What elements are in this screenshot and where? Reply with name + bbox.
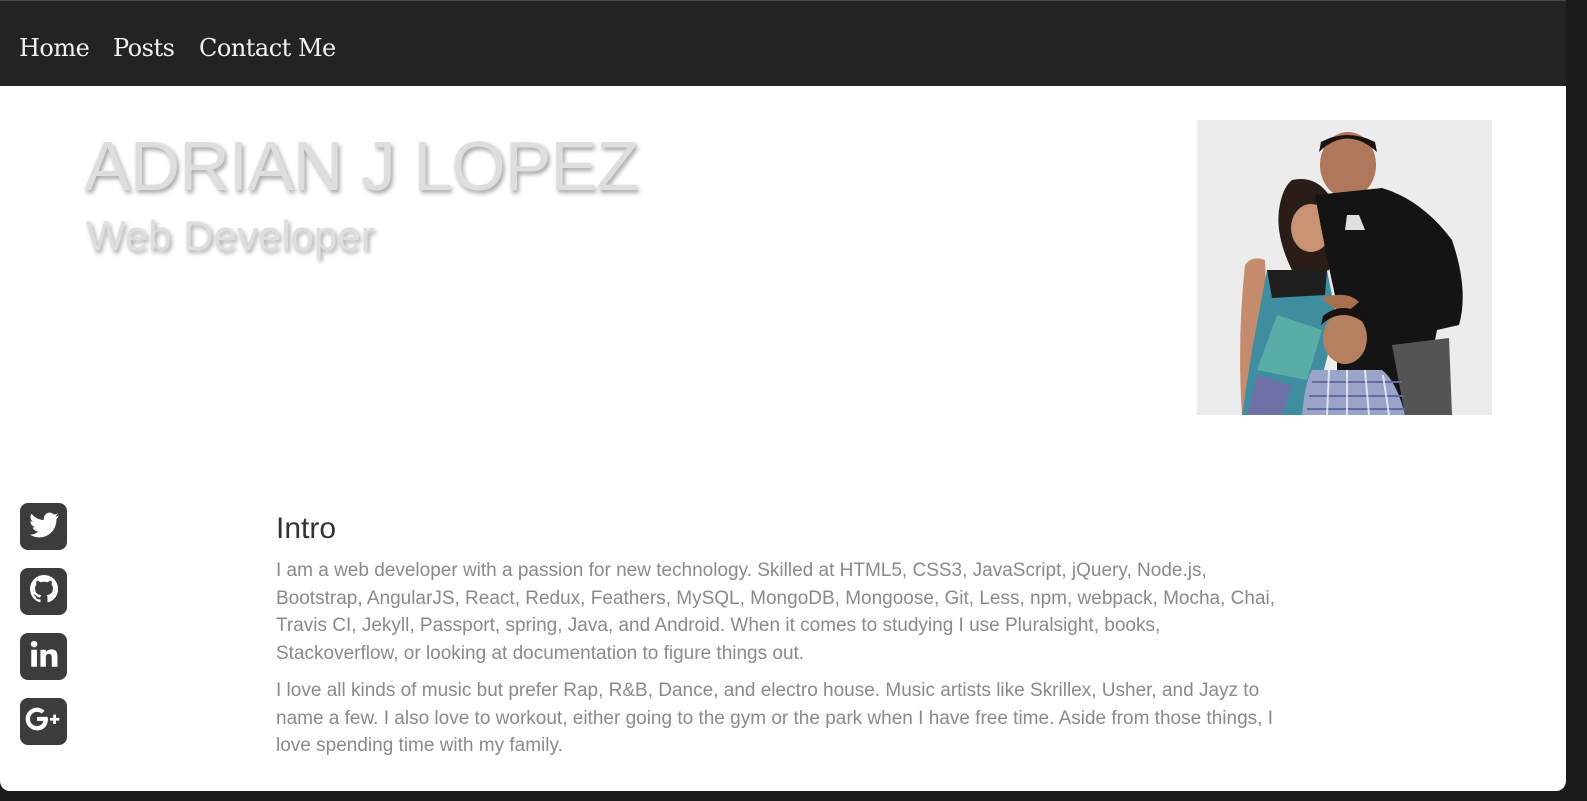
top-navbar: Home Posts Contact Me (0, 0, 1566, 86)
intro-heading: Intro (276, 512, 337, 545)
family-photo (1197, 120, 1492, 415)
google-plus-link[interactable] (20, 698, 67, 745)
nav-home-link[interactable]: Home (19, 34, 90, 62)
linkedin-icon (27, 637, 61, 676)
nav-posts-link[interactable]: Posts (113, 34, 175, 62)
hero-role: Web Developer (86, 212, 375, 259)
hero-name: ADRIAN J LOPEZ (84, 127, 639, 205)
nav-contact-link[interactable]: Contact Me (199, 34, 336, 62)
linkedin-link[interactable] (20, 633, 67, 680)
twitter-icon (27, 507, 61, 546)
google-plus-icon (25, 706, 63, 737)
twitter-link[interactable] (20, 503, 67, 550)
intro-paragraph-2: I love all kinds of music but prefer Rap… (276, 680, 1273, 757)
page: Home Posts Contact Me ADRIAN J LOPEZ Web… (0, 0, 1566, 791)
github-link[interactable] (20, 568, 67, 615)
intro-paragraph-1: I am a web developer with a passion for … (276, 560, 1276, 664)
github-icon (28, 573, 60, 610)
